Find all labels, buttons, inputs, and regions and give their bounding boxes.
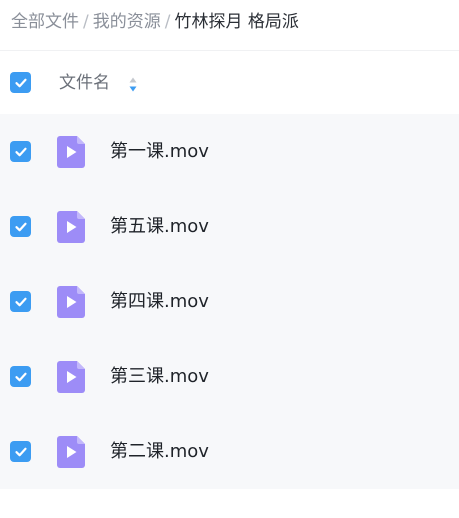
file-row[interactable]: 第五课.mov (0, 189, 459, 264)
checkmark-icon (14, 147, 27, 156)
select-all-checkbox[interactable] (10, 72, 31, 93)
breadcrumb-separator: / (83, 12, 89, 32)
checkmark-icon (14, 372, 27, 381)
file-name[interactable]: 第三课.mov (110, 363, 209, 391)
row-checkbox[interactable] (10, 441, 31, 462)
file-row[interactable]: 第一课.mov (0, 114, 459, 189)
breadcrumb-link-my-resources[interactable]: 我的资源 (93, 12, 161, 32)
video-file-icon (57, 361, 85, 393)
file-row[interactable]: 第三课.mov (0, 339, 459, 414)
row-checkbox[interactable] (10, 141, 31, 162)
file-row[interactable]: 第四课.mov (0, 264, 459, 339)
file-name[interactable]: 第二课.mov (110, 438, 209, 466)
breadcrumb: 全部文件 / 我的资源 / 竹林探月 格局派 (11, 9, 299, 35)
file-row[interactable]: 第二课.mov (0, 414, 459, 489)
video-file-icon (57, 211, 85, 243)
video-file-icon (57, 136, 85, 168)
video-file-icon (57, 436, 85, 468)
row-checkbox[interactable] (10, 366, 31, 387)
file-list-header: 文件名 (0, 51, 459, 114)
breadcrumb-separator: / (164, 12, 171, 32)
checkmark-icon (14, 78, 27, 87)
row-checkbox[interactable] (10, 216, 31, 237)
sort-icon[interactable] (128, 76, 138, 93)
checkmark-icon (14, 297, 27, 306)
file-name[interactable]: 第四课.mov (110, 288, 209, 316)
breadcrumb-current-folder: 竹林探月 格局派 (174, 12, 299, 32)
file-name[interactable]: 第一课.mov (110, 138, 209, 166)
breadcrumb-link-all-files[interactable]: 全部文件 (11, 12, 79, 32)
checkmark-icon (14, 222, 27, 231)
column-header-filename[interactable]: 文件名 (59, 70, 110, 96)
file-name[interactable]: 第五课.mov (110, 213, 209, 241)
file-list: 第一课.mov 第五课.mov 第四课.mov 第三课.mov 第二课.mov (0, 114, 459, 489)
row-checkbox[interactable] (10, 291, 31, 312)
video-file-icon (57, 286, 85, 318)
checkmark-icon (14, 447, 27, 456)
